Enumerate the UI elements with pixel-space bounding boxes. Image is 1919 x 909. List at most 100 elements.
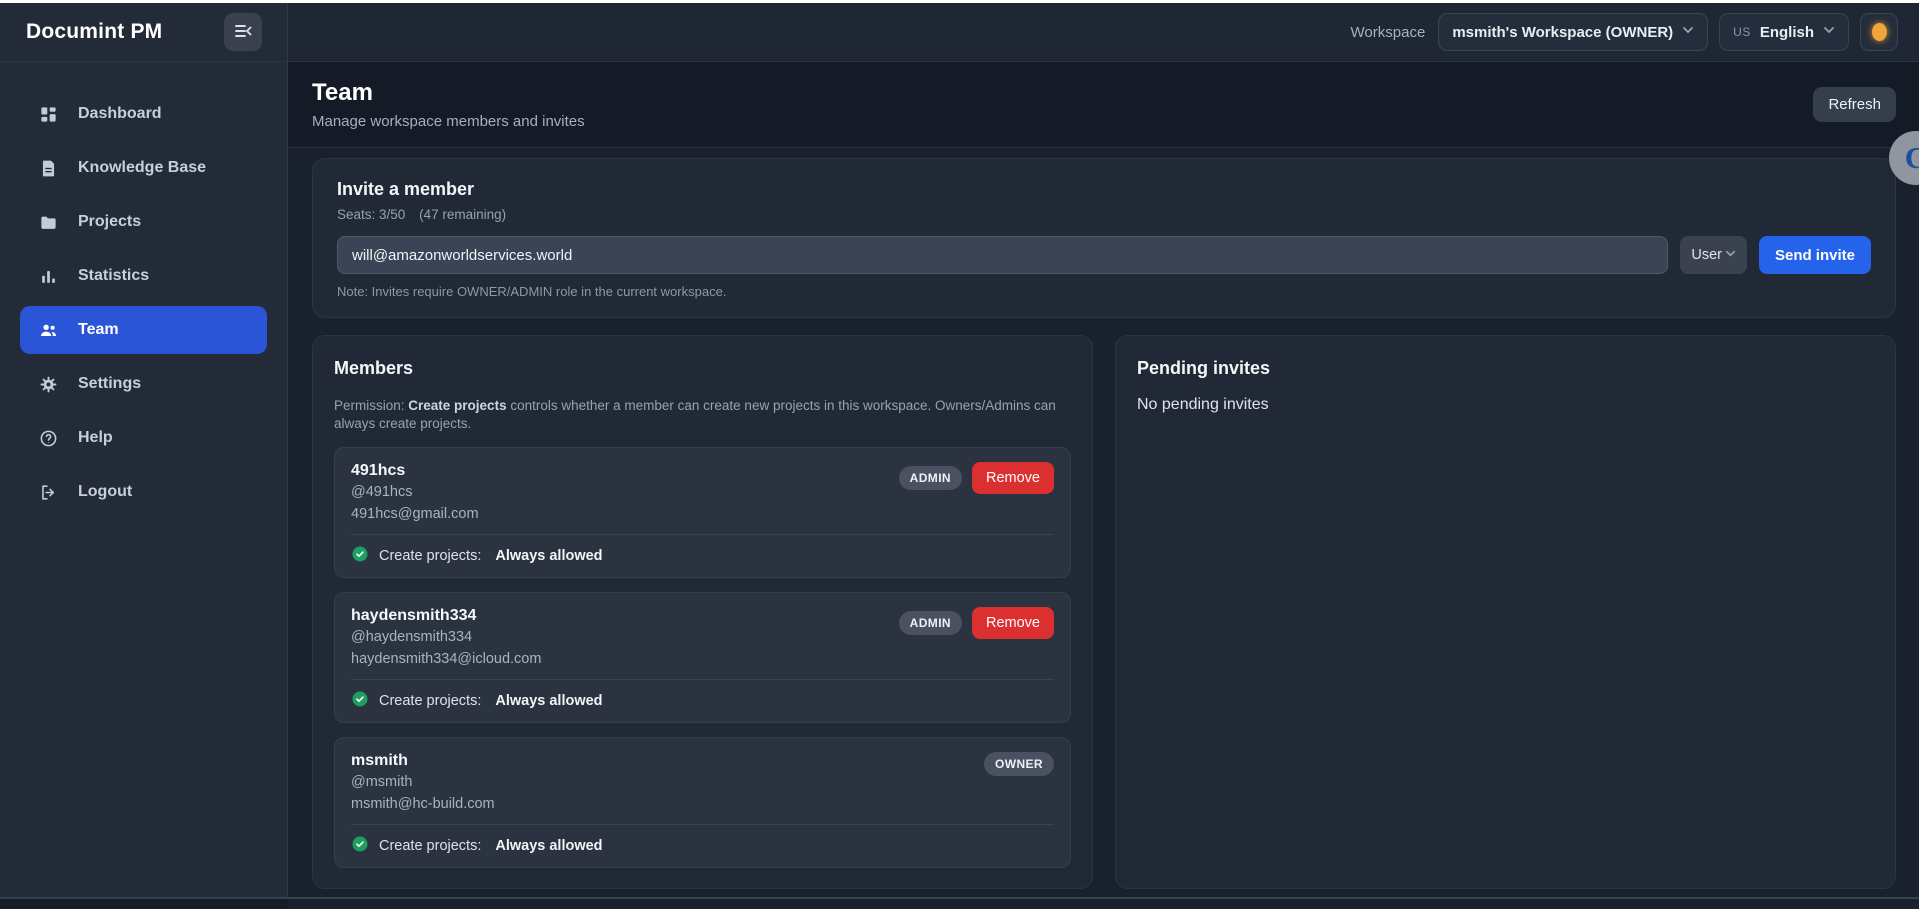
permission-bold: Create projects xyxy=(408,398,507,413)
sidebar-item-dashboard[interactable]: Dashboard xyxy=(20,90,267,138)
member-name: haydensmith334 xyxy=(351,607,477,625)
gear-icon xyxy=(38,375,58,394)
pending-invites-card: Pending invites No pending invites xyxy=(1115,335,1896,890)
invite-row: User Send invite xyxy=(337,236,1871,274)
page-header-text: Team Manage workspace members and invite… xyxy=(312,79,585,130)
language-select[interactable]: US English xyxy=(1719,13,1849,51)
topbar-brand-section: Documint PM xyxy=(0,3,288,61)
invite-card-title: Invite a member xyxy=(337,179,475,199)
invite-role-select[interactable]: User xyxy=(1680,236,1747,274)
role-badge: ADMIN xyxy=(898,466,962,491)
sidebar-item-knowledge-base[interactable]: Knowledge Base xyxy=(20,144,267,192)
create-projects-value: Always allowed xyxy=(495,548,603,565)
sidebar-item-logout[interactable]: Logout xyxy=(20,468,267,516)
sidebar-item-projects[interactable]: Projects xyxy=(20,198,267,246)
language-region-code: US xyxy=(1733,25,1751,39)
sidebar: Dashboard Knowledge Base Projects Statis… xyxy=(0,62,288,899)
sidebar-item-label: Team xyxy=(78,321,119,338)
sidebar-collapse-button[interactable] xyxy=(224,13,262,51)
workspace-label: Workspace xyxy=(1350,23,1426,41)
member-name: msmith xyxy=(351,752,408,770)
workspace-select-value: msmith's Workspace (OWNER) xyxy=(1452,23,1674,41)
permission-prefix: Permission: xyxy=(334,398,409,413)
extension-c-logo-icon: C xyxy=(1904,140,1919,175)
member-identity: msmith @msmith msmith@hc-build.com xyxy=(351,750,495,815)
member-row: msmith @msmith msmith@hc-build.com OWNER xyxy=(334,737,1071,869)
main-area: Team Manage workspace members and invite… xyxy=(288,62,1919,909)
member-row-top: msmith @msmith msmith@hc-build.com OWNER xyxy=(351,750,1054,815)
create-projects-label: Create projects: xyxy=(379,548,482,565)
invite-email-input[interactable] xyxy=(337,236,1669,274)
chevron-down-icon xyxy=(1823,23,1835,41)
member-handle: @haydensmith334 xyxy=(351,629,473,646)
member-handle: @msmith xyxy=(351,774,413,791)
sidebar-item-help[interactable]: Help xyxy=(20,414,267,462)
page-header: Team Manage workspace members and invite… xyxy=(288,62,1919,148)
invite-card: Invite a member Seats: 3/50 (47 remainin… xyxy=(312,158,1896,318)
member-email: msmith@hc-build.com xyxy=(351,796,495,813)
create-projects-label: Create projects: xyxy=(379,838,482,855)
help-circle-icon xyxy=(38,429,58,448)
sidebar-item-label: Help xyxy=(78,429,113,446)
member-permission-row: Create projects: Always allowed xyxy=(351,534,1054,567)
member-email: 491hcs@gmail.com xyxy=(351,506,479,523)
member-identity: haydensmith334 @haydensmith334 haydensmi… xyxy=(351,605,541,670)
remove-member-button[interactable]: Remove xyxy=(972,462,1054,495)
member-identity: 491hcs @491hcs 491hcs@gmail.com xyxy=(351,460,479,525)
seats-line: Seats: 3/50 (47 remaining) xyxy=(337,207,1871,222)
member-email: haydensmith334@icloud.com xyxy=(351,651,542,668)
member-row-top: haydensmith334 @haydensmith334 haydensmi… xyxy=(351,605,1054,670)
dashboard-grid-icon xyxy=(38,105,58,124)
sidebar-collapse-icon xyxy=(233,21,253,44)
topbar: Documint PM Workspace msmith's Workspace… xyxy=(0,3,1919,62)
sidebar-item-team[interactable]: Team xyxy=(20,306,267,354)
users-icon xyxy=(38,321,58,340)
page-title: Team xyxy=(312,79,373,106)
sidebar-item-label: Settings xyxy=(78,375,142,392)
member-permission-row: Create projects: Always allowed xyxy=(351,679,1054,712)
app-logo: Documint PM xyxy=(26,20,163,43)
sidebar-item-statistics[interactable]: Statistics xyxy=(20,252,267,300)
create-projects-label: Create projects: xyxy=(379,693,482,710)
sidebar-item-label: Knowledge Base xyxy=(78,159,207,176)
member-permission-row: Create projects: Always allowed xyxy=(351,824,1054,857)
theme-toggle-button[interactable] xyxy=(1860,13,1898,51)
sun-icon xyxy=(1871,23,1887,41)
chevron-down-icon xyxy=(1682,23,1694,41)
remove-member-button[interactable]: Remove xyxy=(972,607,1054,640)
badge-check-icon xyxy=(351,690,369,712)
member-actions: OWNER xyxy=(984,752,1054,777)
member-row: haydensmith334 @haydensmith334 haydensmi… xyxy=(334,592,1071,724)
folder-icon xyxy=(38,213,58,232)
topbar-controls: Workspace msmith's Workspace (OWNER) US … xyxy=(288,3,1919,61)
workspace-select[interactable]: msmith's Workspace (OWNER) xyxy=(1438,13,1709,51)
seats-remaining: (47 remaining) xyxy=(419,207,507,222)
role-badge: OWNER xyxy=(984,752,1054,777)
app-layout: Dashboard Knowledge Base Projects Statis… xyxy=(0,62,1919,909)
invite-role-value: User xyxy=(1691,247,1722,263)
member-actions: ADMIN Remove xyxy=(898,607,1054,640)
language-select-value: English xyxy=(1759,23,1814,41)
chevron-down-icon xyxy=(1725,247,1736,263)
member-handle: @491hcs xyxy=(351,484,413,501)
member-row: 491hcs @491hcs 491hcs@gmail.com ADMIN Re… xyxy=(334,447,1071,579)
members-card: Members Permission: Create projects cont… xyxy=(312,335,1093,890)
page-content: Invite a member Seats: 3/50 (47 remainin… xyxy=(288,148,1919,909)
sidebar-item-label: Logout xyxy=(78,483,133,500)
create-projects-value: Always allowed xyxy=(495,838,603,855)
team-columns: Members Permission: Create projects cont… xyxy=(312,335,1896,890)
members-card-title: Members xyxy=(334,358,414,378)
sidebar-item-settings[interactable]: Settings xyxy=(20,360,267,408)
member-actions: ADMIN Remove xyxy=(898,462,1054,495)
pending-invites-title: Pending invites xyxy=(1137,358,1271,378)
bar-chart-icon xyxy=(38,267,58,286)
role-badge: ADMIN xyxy=(898,611,962,636)
page-subtitle: Manage workspace members and invites xyxy=(312,113,585,130)
badge-check-icon xyxy=(351,545,369,567)
send-invite-button[interactable]: Send invite xyxy=(1758,236,1871,274)
refresh-button[interactable]: Refresh xyxy=(1813,87,1896,122)
member-name: 491hcs xyxy=(351,462,406,480)
invite-note: Note: Invites require OWNER/ADMIN role i… xyxy=(337,284,727,299)
seats-count: Seats: 3/50 xyxy=(337,207,406,222)
create-projects-value: Always allowed xyxy=(495,693,603,710)
